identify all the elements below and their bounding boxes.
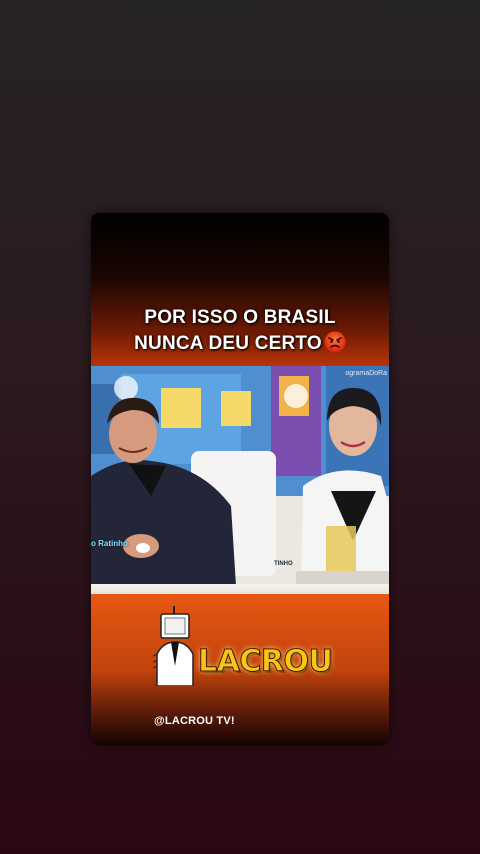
headline-line-2-text: NUNCA DEU CERTO [134,333,322,354]
story-card[interactable]: POR ISSO O BRASIL NUNCA DEU CERTO ograma… [91,213,389,745]
channel-handle[interactable]: @LACROU TV! [154,715,235,727]
tv-head-man-icon [153,606,194,686]
headline-line-2: NUNCA DEU CERTO [91,331,389,357]
headline: POR ISSO O BRASIL NUNCA DEU CERTO [91,305,389,357]
lacrou-logo: LACROU [153,606,333,686]
headline-line-1: POR ISSO O BRASIL [144,307,336,328]
desk-plate: TINHO [274,561,293,567]
program-watermark: ogramaDoRa [345,370,387,377]
video-frame[interactable]: ogramaDoRa o Ratinho TINHO [91,366,389,586]
video-scene [91,366,389,586]
name-tag: o Ratinho [91,539,128,548]
logo-text: LACROU [197,644,333,680]
angry-face-emoji-icon [324,331,346,353]
video-bottom-strip [91,584,389,594]
story-screen: { "post": { "headline_line1": "POR ISSO … [0,0,480,854]
